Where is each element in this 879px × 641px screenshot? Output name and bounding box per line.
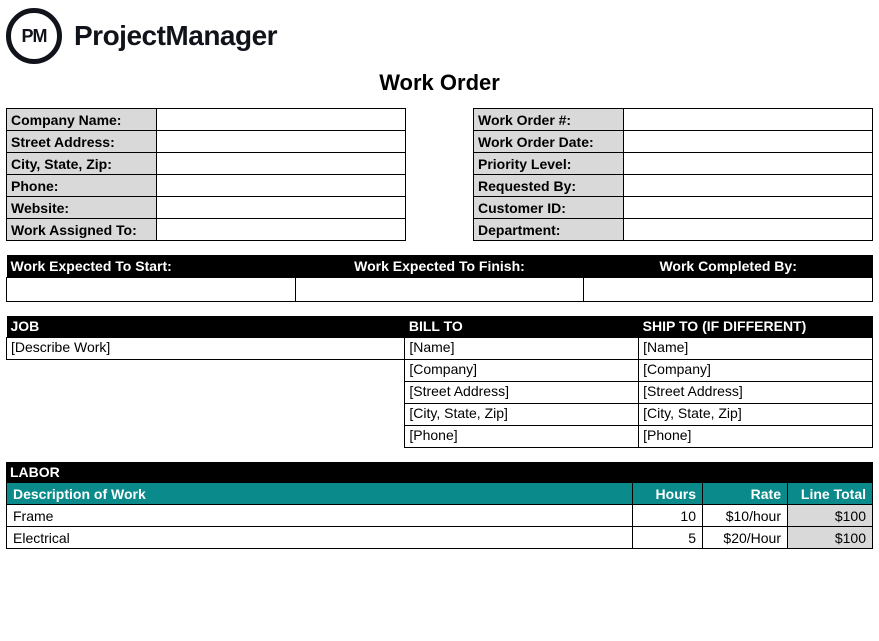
labor-hours-cell[interactable]: 5: [633, 527, 703, 549]
website-value[interactable]: [157, 197, 406, 219]
assigned-value[interactable]: [157, 219, 406, 241]
city-label: City, State, Zip:: [7, 153, 157, 175]
department-label: Department:: [474, 219, 624, 241]
labor-rate-header: Rate: [703, 483, 788, 505]
completed-date-value[interactable]: [584, 277, 873, 301]
job-bill-ship-table: JOB BILL TO SHIP TO (IF DIFFERENT) [Desc…: [6, 316, 873, 449]
company-info-table: Company Name: Street Address: City, Stat…: [6, 108, 406, 241]
bill-name-cell[interactable]: [Name]: [405, 338, 639, 360]
start-date-header: Work Expected To Start:: [7, 255, 296, 277]
order-number-label: Work Order #:: [474, 109, 624, 131]
order-number-value[interactable]: [624, 109, 873, 131]
job-empty-cell: [7, 426, 405, 448]
ship-street-cell[interactable]: [Street Address]: [639, 382, 873, 404]
brand-logo-icon: PM: [6, 8, 62, 64]
priority-value[interactable]: [624, 153, 873, 175]
requested-label: Requested By:: [474, 175, 624, 197]
street-value[interactable]: [157, 131, 406, 153]
labor-total-header: Line Total: [788, 483, 873, 505]
ship-city-cell[interactable]: [City, State, Zip]: [639, 404, 873, 426]
street-label: Street Address:: [7, 131, 157, 153]
start-date-value[interactable]: [7, 277, 296, 301]
assigned-label: Work Assigned To:: [7, 219, 157, 241]
labor-rate-cell[interactable]: $10/hour: [703, 505, 788, 527]
info-section: Company Name: Street Address: City, Stat…: [6, 108, 873, 241]
job-empty-cell: [7, 360, 405, 382]
customer-label: Customer ID:: [474, 197, 624, 219]
page-title: Work Order: [6, 70, 873, 96]
website-label: Website:: [7, 197, 157, 219]
ship-name-cell[interactable]: [Name]: [639, 338, 873, 360]
labor-total-cell: $100: [788, 527, 873, 549]
bill-company-cell[interactable]: [Company]: [405, 360, 639, 382]
job-empty-cell: [7, 404, 405, 426]
bill-phone-cell[interactable]: [Phone]: [405, 426, 639, 448]
job-header: JOB: [7, 316, 405, 338]
completed-date-header: Work Completed By:: [584, 255, 873, 277]
labor-desc-header: Description of Work: [7, 483, 633, 505]
job-describe-cell[interactable]: [Describe Work]: [7, 338, 405, 360]
bill-header: BILL TO: [405, 316, 639, 338]
phone-value[interactable]: [157, 175, 406, 197]
labor-hours-header: Hours: [633, 483, 703, 505]
ship-header: SHIP TO (IF DIFFERENT): [639, 316, 873, 338]
requested-value[interactable]: [624, 175, 873, 197]
finish-date-value[interactable]: [295, 277, 584, 301]
labor-section-header: LABOR: [6, 462, 873, 482]
labor-total-cell: $100: [788, 505, 873, 527]
bill-city-cell[interactable]: [City, State, Zip]: [405, 404, 639, 426]
labor-table: Description of Work Hours Rate Line Tota…: [6, 482, 873, 549]
brand-name: ProjectManager: [74, 20, 277, 52]
labor-desc-cell[interactable]: Electrical: [7, 527, 633, 549]
ship-company-cell[interactable]: [Company]: [639, 360, 873, 382]
dates-bar: Work Expected To Start: Work Expected To…: [6, 255, 873, 302]
order-date-value[interactable]: [624, 131, 873, 153]
labor-row: Frame 10 $10/hour $100: [7, 505, 873, 527]
company-name-value[interactable]: [157, 109, 406, 131]
company-name-label: Company Name:: [7, 109, 157, 131]
labor-rate-cell[interactable]: $20/Hour: [703, 527, 788, 549]
phone-label: Phone:: [7, 175, 157, 197]
bill-street-cell[interactable]: [Street Address]: [405, 382, 639, 404]
order-date-label: Work Order Date:: [474, 131, 624, 153]
labor-hours-cell[interactable]: 10: [633, 505, 703, 527]
ship-phone-cell[interactable]: [Phone]: [639, 426, 873, 448]
department-value[interactable]: [624, 219, 873, 241]
brand-header: PM ProjectManager: [6, 8, 873, 64]
priority-label: Priority Level:: [474, 153, 624, 175]
order-info-table: Work Order #: Work Order Date: Priority …: [473, 108, 873, 241]
customer-value[interactable]: [624, 197, 873, 219]
labor-row: Electrical 5 $20/Hour $100: [7, 527, 873, 549]
job-empty-cell: [7, 382, 405, 404]
labor-desc-cell[interactable]: Frame: [7, 505, 633, 527]
finish-date-header: Work Expected To Finish:: [295, 255, 584, 277]
city-value[interactable]: [157, 153, 406, 175]
